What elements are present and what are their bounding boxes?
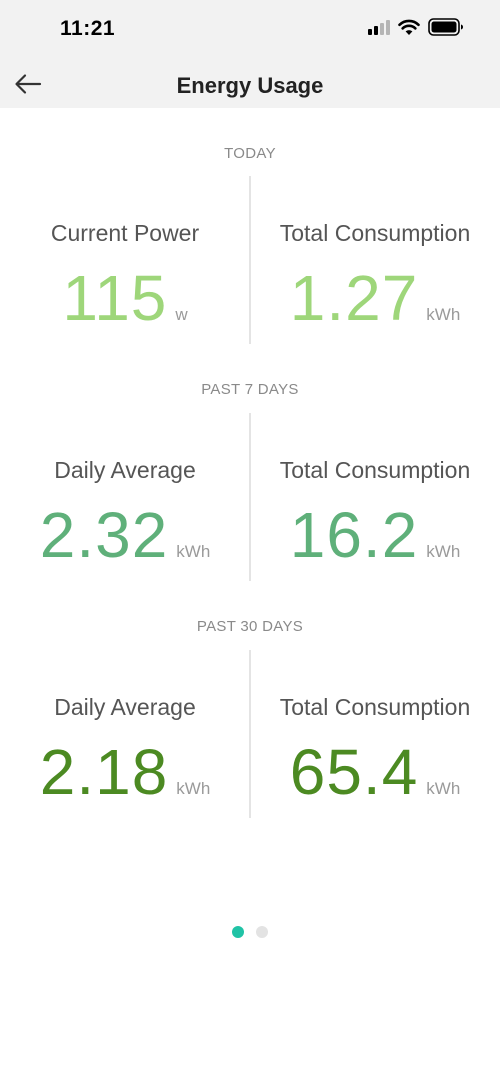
past7-daily-average-number: 2.32 (39, 499, 169, 571)
page-indicator (0, 926, 500, 938)
section-label-past-7-days: PAST 7 DAYS (201, 381, 299, 398)
page-dot[interactable] (256, 926, 268, 938)
past7-daily-average-label: Daily Average (54, 457, 196, 483)
current-power-unit: w (175, 305, 188, 324)
current-power-number: 115 (62, 262, 168, 334)
status-icons (368, 18, 464, 36)
past30-daily-average-label: Daily Average (54, 694, 196, 720)
cellular-signal-icon (368, 19, 390, 35)
battery-icon (428, 18, 463, 36)
past7-daily-average-unit: kWh (176, 542, 211, 561)
past30-daily-average-number: 2.18 (39, 736, 169, 808)
wifi-icon (398, 19, 420, 35)
today-total-consumption-label: Total Consumption (279, 220, 471, 246)
status-bar: 11:21 (0, 0, 500, 60)
page-dot-active[interactable] (232, 926, 244, 938)
page-title: Energy Usage (176, 73, 324, 98)
past30-daily-average-value: 2.18 kWh (0, 740, 250, 804)
section-label-today: TODAY (224, 145, 276, 162)
past30-total-consumption-number: 65.4 (289, 736, 419, 808)
past30-daily-average-unit: kWh (176, 779, 211, 798)
current-power-value: 115 w (0, 266, 250, 330)
past7-daily-average-value: 2.32 kWh (0, 503, 250, 567)
past7-total-consumption-number: 16.2 (289, 499, 419, 571)
today-total-consumption-unit: kWh (426, 305, 461, 324)
past7-total-consumption-value: 16.2 kWh (250, 503, 500, 567)
past7-total-consumption-label: Total Consumption (279, 457, 471, 483)
today-total-consumption-value: 1.27 kWh (250, 266, 500, 330)
past30-total-consumption-label: Total Consumption (279, 694, 471, 720)
section-label-past-30-days: PAST 30 DAYS (196, 618, 304, 635)
current-power-label: Current Power (50, 220, 200, 246)
past30-total-consumption-value: 65.4 kWh (250, 740, 500, 804)
today-total-consumption-number: 1.27 (289, 262, 419, 334)
status-time: 11:21 (60, 17, 116, 40)
past7-total-consumption-unit: kWh (426, 542, 461, 561)
header-bar: Energy Usage (0, 60, 500, 108)
past30-total-consumption-unit: kWh (426, 779, 461, 798)
